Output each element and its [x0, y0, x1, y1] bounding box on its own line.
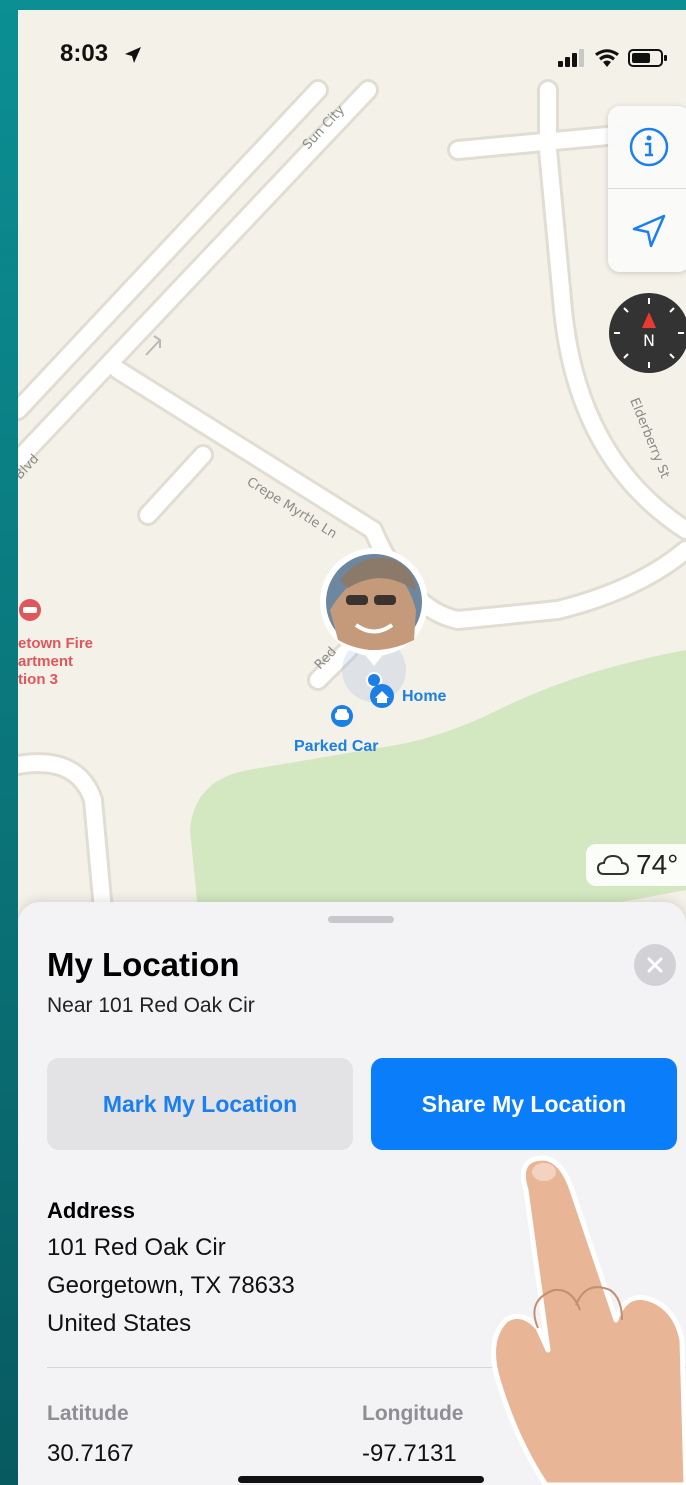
status-bar: 8:03: [18, 10, 686, 90]
phone-screen: Sun City Blvd Crepe Myrtle Ln Elderberry…: [18, 10, 686, 1485]
compass-icon[interactable]: N: [608, 292, 686, 374]
battery-icon: [628, 49, 667, 67]
address-line: Georgetown, TX 78633: [47, 1272, 295, 1299]
poi-label-fire-station[interactable]: etown Fire artment tion 3: [18, 635, 128, 689]
map-view[interactable]: Sun City Blvd Crepe Myrtle Ln Elderberry…: [18, 10, 686, 910]
mark-my-location-button[interactable]: Mark My Location: [47, 1058, 353, 1150]
poi-label-home[interactable]: Home: [402, 688, 446, 706]
car-icon[interactable]: [331, 705, 353, 727]
status-icons: [558, 48, 668, 68]
share-my-location-button[interactable]: Share My Location: [371, 1058, 677, 1150]
fire-station-icon[interactable]: [19, 599, 41, 621]
location-arrow-icon: [632, 214, 666, 247]
sheet-subtitle: Near 101 Red Oak Cir: [47, 994, 255, 1017]
map-info-button[interactable]: [608, 106, 686, 189]
weather-badge: 74°: [586, 844, 686, 886]
compass-north-label: N: [643, 331, 655, 350]
close-button[interactable]: [634, 944, 676, 986]
weather-temperature: 74°: [636, 849, 679, 880]
current-location-dot: [368, 674, 380, 686]
poi-label-parked-car[interactable]: Parked Car: [294, 738, 379, 756]
latitude-value: 30.7167: [47, 1440, 134, 1467]
home-icon[interactable]: [370, 684, 394, 708]
cellular-signal-icon: [558, 49, 584, 67]
map-controls: [608, 106, 686, 272]
address-line: 101 Red Oak Cir: [47, 1234, 226, 1261]
latitude-label: Latitude: [47, 1402, 129, 1425]
cloud-icon: [596, 854, 630, 875]
pointing-hand-overlay: [491, 1155, 686, 1485]
longitude-label: Longitude: [362, 1402, 464, 1425]
location-services-icon: [125, 47, 141, 63]
locate-me-button[interactable]: [608, 189, 686, 272]
close-icon: [647, 957, 663, 973]
status-time: 8:03: [60, 40, 109, 67]
sheet-title: My Location: [47, 946, 240, 983]
wifi-icon: [595, 49, 619, 67]
sheet-grabber[interactable]: [328, 916, 394, 923]
address-line: United States: [47, 1310, 192, 1337]
home-indicator: [238, 1476, 484, 1483]
longitude-value: -97.7131: [362, 1440, 457, 1467]
address-heading: Address: [47, 1198, 136, 1223]
info-icon: [629, 127, 669, 167]
